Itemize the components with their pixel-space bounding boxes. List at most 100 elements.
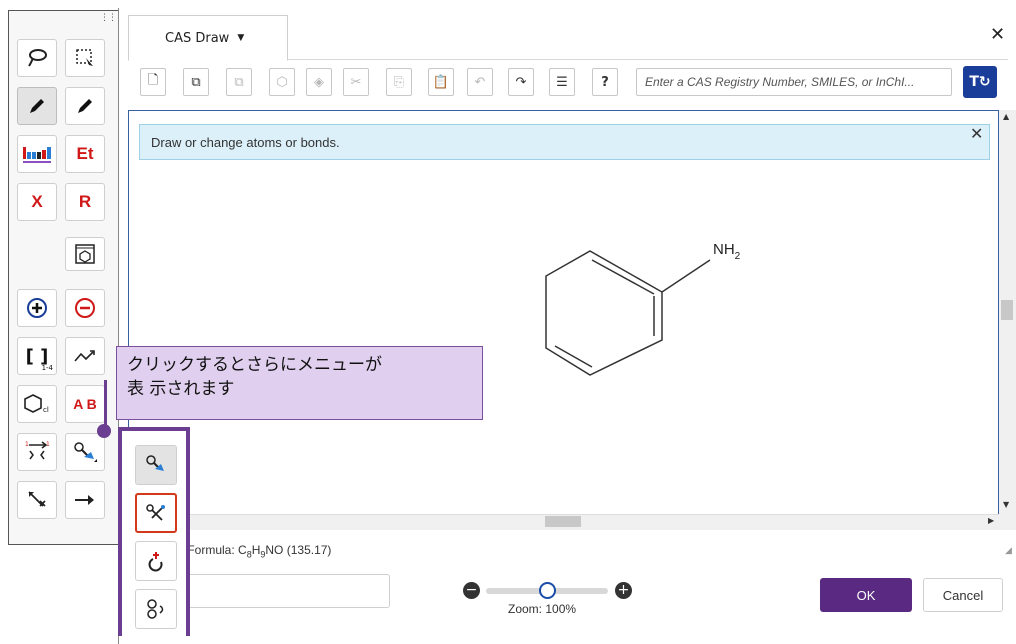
pencil-tool-button[interactable] bbox=[17, 87, 57, 125]
vertical-scrollbar[interactable] bbox=[999, 110, 1016, 530]
vertical-scroll-thumb[interactable] bbox=[1001, 300, 1013, 320]
svg-text:cl: cl bbox=[43, 406, 49, 414]
bracket-range-label: 1-4 bbox=[41, 364, 53, 372]
submenu-bond-delete-button[interactable] bbox=[135, 493, 177, 533]
select-all-button[interactable]: ◈ bbox=[306, 68, 332, 96]
scroll-down-icon[interactable]: ▼ bbox=[1003, 500, 1009, 509]
redo-icon: ↷ bbox=[515, 74, 527, 90]
info-close-icon[interactable]: ✕ bbox=[970, 124, 983, 143]
redo-button[interactable]: ↷ bbox=[508, 68, 534, 96]
settings-button[interactable]: ☰ bbox=[549, 68, 575, 96]
zoom-label: Zoom: 100% bbox=[508, 602, 577, 616]
select-all-icon: ◈ bbox=[314, 74, 324, 90]
ring-fuse-icon bbox=[147, 599, 164, 619]
atom-mapping-button[interactable]: A B bbox=[65, 385, 105, 423]
pen-icon bbox=[78, 99, 92, 113]
import-button[interactable]: ⧉ bbox=[183, 68, 209, 96]
reaction-map-icon: 11 bbox=[25, 441, 50, 460]
zoom-in-icon[interactable]: + bbox=[615, 582, 632, 599]
aniline-structure[interactable]: NH2 bbox=[530, 230, 770, 390]
clean-ring-button[interactable]: cl bbox=[17, 385, 57, 423]
reaction-mapping-button[interactable]: 11 bbox=[17, 433, 57, 471]
ethyl-group-button[interactable]: Et bbox=[65, 135, 105, 173]
resize-grip-icon[interactable]: ◢ bbox=[1005, 546, 1012, 556]
any-atom-x-button[interactable]: X bbox=[17, 183, 57, 221]
template-button[interactable]: ⬡ bbox=[269, 68, 295, 96]
name-input[interactable] bbox=[170, 574, 390, 608]
help-icon: ? bbox=[601, 74, 609, 90]
palette-grip-icon[interactable]: ⋮⋮ bbox=[100, 13, 117, 23]
undo-icon: ↶ bbox=[474, 74, 486, 90]
chain-tool-button[interactable] bbox=[65, 337, 105, 375]
bond-cross-icon bbox=[146, 504, 165, 521]
structure-search-input[interactable]: Enter a CAS Registry Number, SMILES, or … bbox=[636, 68, 952, 96]
scissors-icon: ✂ bbox=[350, 74, 362, 90]
export-icon: ⧉ bbox=[234, 74, 244, 90]
bond-tool-icon bbox=[74, 442, 97, 462]
arrow-right-icon bbox=[75, 495, 94, 505]
callout-line-2: 表 示されます bbox=[127, 379, 235, 399]
callout-connector bbox=[104, 380, 107, 430]
charge-minus-button[interactable] bbox=[65, 289, 105, 327]
zoom-out-icon[interactable]: − bbox=[463, 582, 480, 599]
paste-button[interactable]: 📋 bbox=[428, 68, 454, 96]
export-button[interactable]: ⧉ bbox=[226, 68, 252, 96]
bond-tool-icon bbox=[146, 455, 164, 471]
chain-icon bbox=[74, 350, 95, 362]
tab-label: CAS Draw bbox=[165, 30, 230, 46]
cut-button[interactable]: ✂ bbox=[343, 68, 369, 96]
tool-palette: ⋮⋮ Et X R [ ] 1-4 cl A B 1 1 bbox=[8, 10, 123, 545]
bond-tool-button[interactable] bbox=[65, 433, 105, 471]
ethyl-label: Et bbox=[76, 144, 94, 163]
charge-plus-button[interactable] bbox=[17, 289, 57, 327]
copy-button[interactable]: ⎘ bbox=[386, 68, 412, 96]
ring-cleanup-icon: cl bbox=[24, 394, 49, 414]
submenu-bond-tool-button[interactable] bbox=[135, 445, 177, 485]
text-rotate-button[interactable]: T↻ bbox=[963, 66, 997, 98]
tab-cas-draw[interactable]: CAS Draw ▼ bbox=[128, 15, 288, 61]
import-icon: ⧉ bbox=[191, 74, 201, 90]
x-label: X bbox=[31, 192, 43, 211]
clipboard-icon: 📋 bbox=[432, 74, 450, 90]
undo-button[interactable]: ↶ bbox=[467, 68, 493, 96]
marquee-select-button[interactable] bbox=[65, 39, 105, 77]
chirality-icon bbox=[148, 552, 163, 572]
help-button[interactable]: ? bbox=[592, 68, 618, 96]
delete-bond-button[interactable] bbox=[17, 481, 57, 519]
cancel-button[interactable]: Cancel bbox=[923, 578, 1003, 612]
new-document-icon: 🗋 bbox=[147, 73, 159, 88]
ab-label: A B bbox=[73, 396, 97, 412]
info-banner: Draw or change atoms or bonds. bbox=[139, 124, 990, 160]
periodic-table-button[interactable] bbox=[17, 135, 57, 173]
ring-template-icon bbox=[75, 244, 95, 264]
submenu-chirality-button[interactable] bbox=[135, 541, 177, 581]
minus-charge-icon bbox=[75, 298, 95, 318]
horizontal-scroll-thumb[interactable] bbox=[545, 516, 581, 527]
repeat-bracket-button[interactable]: [ ] 1-4 bbox=[17, 337, 57, 375]
reaction-arrow-button[interactable] bbox=[65, 481, 105, 519]
c-n-bond bbox=[661, 259, 711, 293]
pen-tool-button[interactable] bbox=[65, 87, 105, 125]
sliders-icon: ☰ bbox=[556, 74, 568, 90]
dialog-close-icon[interactable]: ✕ bbox=[990, 24, 1005, 45]
scroll-up-icon[interactable]: ▲ bbox=[1003, 112, 1009, 121]
ring-template-button[interactable] bbox=[65, 237, 105, 271]
ok-button[interactable]: OK bbox=[820, 578, 912, 612]
scroll-right-icon[interactable]: ▶ bbox=[988, 516, 994, 525]
zoom-slider-handle[interactable] bbox=[538, 582, 556, 599]
svg-text:1: 1 bbox=[46, 441, 50, 448]
plus-charge-icon bbox=[27, 298, 47, 318]
submenu-ring-fuse-button[interactable] bbox=[135, 589, 177, 629]
benzene-ring bbox=[545, 250, 663, 376]
lasso-icon bbox=[28, 49, 47, 67]
r-label: R bbox=[78, 192, 92, 211]
new-document-button[interactable]: 🗋 bbox=[140, 68, 166, 96]
callout-note: クリックするとさらにメニューが 表 示されます bbox=[116, 346, 483, 420]
periodic-table-icon bbox=[23, 147, 51, 163]
bond-eraser-icon bbox=[28, 491, 46, 507]
text-rotate-icon: T↻ bbox=[969, 74, 991, 90]
molecular-formula: r Formula: C8H9NO (135.17) bbox=[180, 543, 332, 560]
lasso-tool-button[interactable] bbox=[17, 39, 57, 77]
r-group-button[interactable]: R bbox=[65, 183, 105, 221]
callout-line-1: クリックするとさらにメニューが bbox=[127, 355, 382, 375]
